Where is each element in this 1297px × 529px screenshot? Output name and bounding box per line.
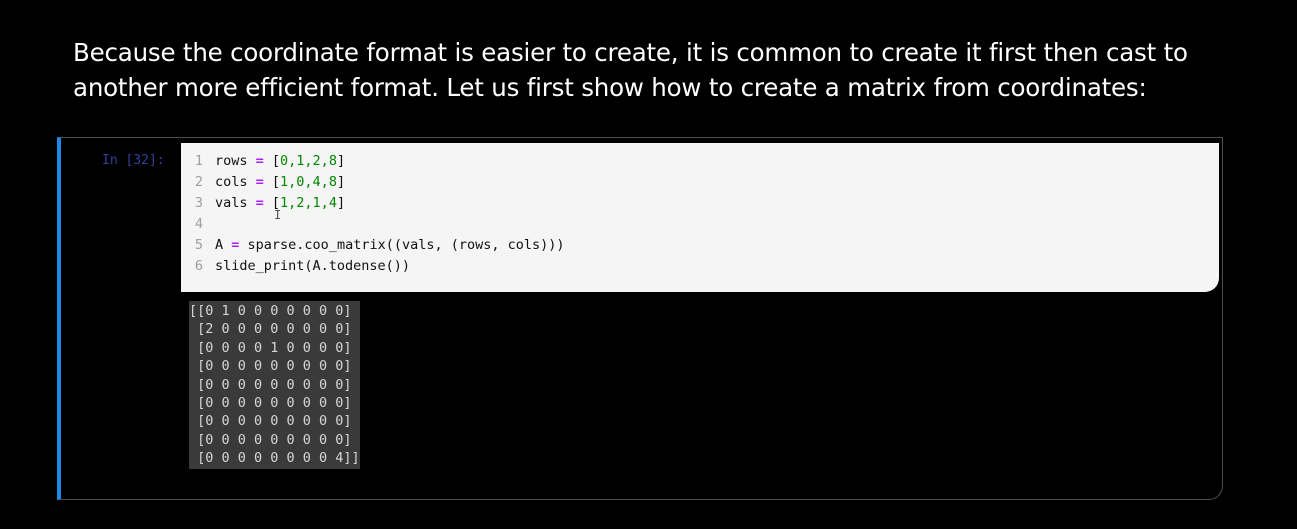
code-line: 6 slide_print(A.todense()): [181, 256, 1219, 277]
output-line: [0 0 0 0 0 0 0 0 0]: [189, 431, 352, 448]
line-number: 6: [194, 258, 203, 274]
output-line: [0 0 0 0 0 0 0 0 0]: [189, 376, 352, 393]
code-operator: =: [255, 153, 264, 169]
code-text: ]: [336, 195, 346, 211]
code-text: cols: [215, 174, 256, 190]
line-number: 3: [194, 195, 203, 211]
line-number: 4: [194, 216, 203, 232]
code-editor[interactable]: 1 rows = [0,1,2,8] 2 cols = [1,0,4,8] 3 val…: [181, 143, 1219, 292]
output-line: [0 0 0 0 0 0 0 0 0]: [189, 413, 352, 430]
code-text: A: [215, 237, 232, 253]
code-text: [: [263, 174, 281, 190]
line-number: 1: [194, 153, 203, 169]
code-line: 5A = sparse.coo_matrix((vals, (rows, col…: [181, 235, 1219, 256]
cell-prompt: In [32]:: [102, 153, 165, 168]
code-numbers: 1,0,4,8: [280, 174, 337, 190]
code-numbers: 1,2,1,4: [280, 195, 337, 211]
intro-text: Because the coordinate format is easier …: [73, 35, 1253, 105]
code-operator: =: [255, 195, 264, 211]
cell-output: [[0 1 0 0 0 0 0 0 0] [2 0 0 0 0 0 0 0 0]…: [189, 301, 360, 469]
output-line: [[0 1 0 0 0 0 0 0 0]: [189, 303, 352, 319]
code-numbers: 0,1,2,8: [280, 153, 337, 169]
code-text: vals: [215, 195, 256, 211]
code-line: 3 vals = [1,2,1,4]: [181, 193, 1219, 214]
code-text: sparse.coo_matrix((vals, (rows, cols))): [239, 237, 565, 253]
code-text: [: [263, 153, 281, 169]
intro-line-1: Because the coordinate format is easier …: [73, 38, 1188, 67]
code-operator: =: [231, 237, 240, 253]
code-text: ]: [336, 174, 346, 190]
code-operator: =: [255, 174, 264, 190]
code-line: 2 cols = [1,0,4,8]: [181, 172, 1219, 193]
output-line: [0 0 0 0 1 0 0 0 0]: [189, 339, 352, 356]
line-number: 5: [194, 237, 203, 253]
code-text: slide_print(A.todense()): [215, 258, 411, 274]
text-cursor-icon: I: [274, 208, 282, 222]
code-line: 1 rows = [0,1,2,8]: [181, 151, 1219, 172]
line-number: 2: [194, 174, 203, 190]
output-line: [0 0 0 0 0 0 0 0 4]]: [189, 450, 360, 467]
output-line: [0 0 0 0 0 0 0 0 0]: [189, 394, 352, 411]
code-line: 4: [181, 214, 1219, 235]
intro-line-2: another more efficient format. Let us fi…: [73, 73, 1147, 102]
code-text: rows: [215, 153, 256, 169]
output-line: [2 0 0 0 0 0 0 0 0]: [189, 321, 352, 338]
output-line: [0 0 0 0 0 0 0 0 0]: [189, 358, 352, 375]
code-text: ]: [336, 153, 346, 169]
